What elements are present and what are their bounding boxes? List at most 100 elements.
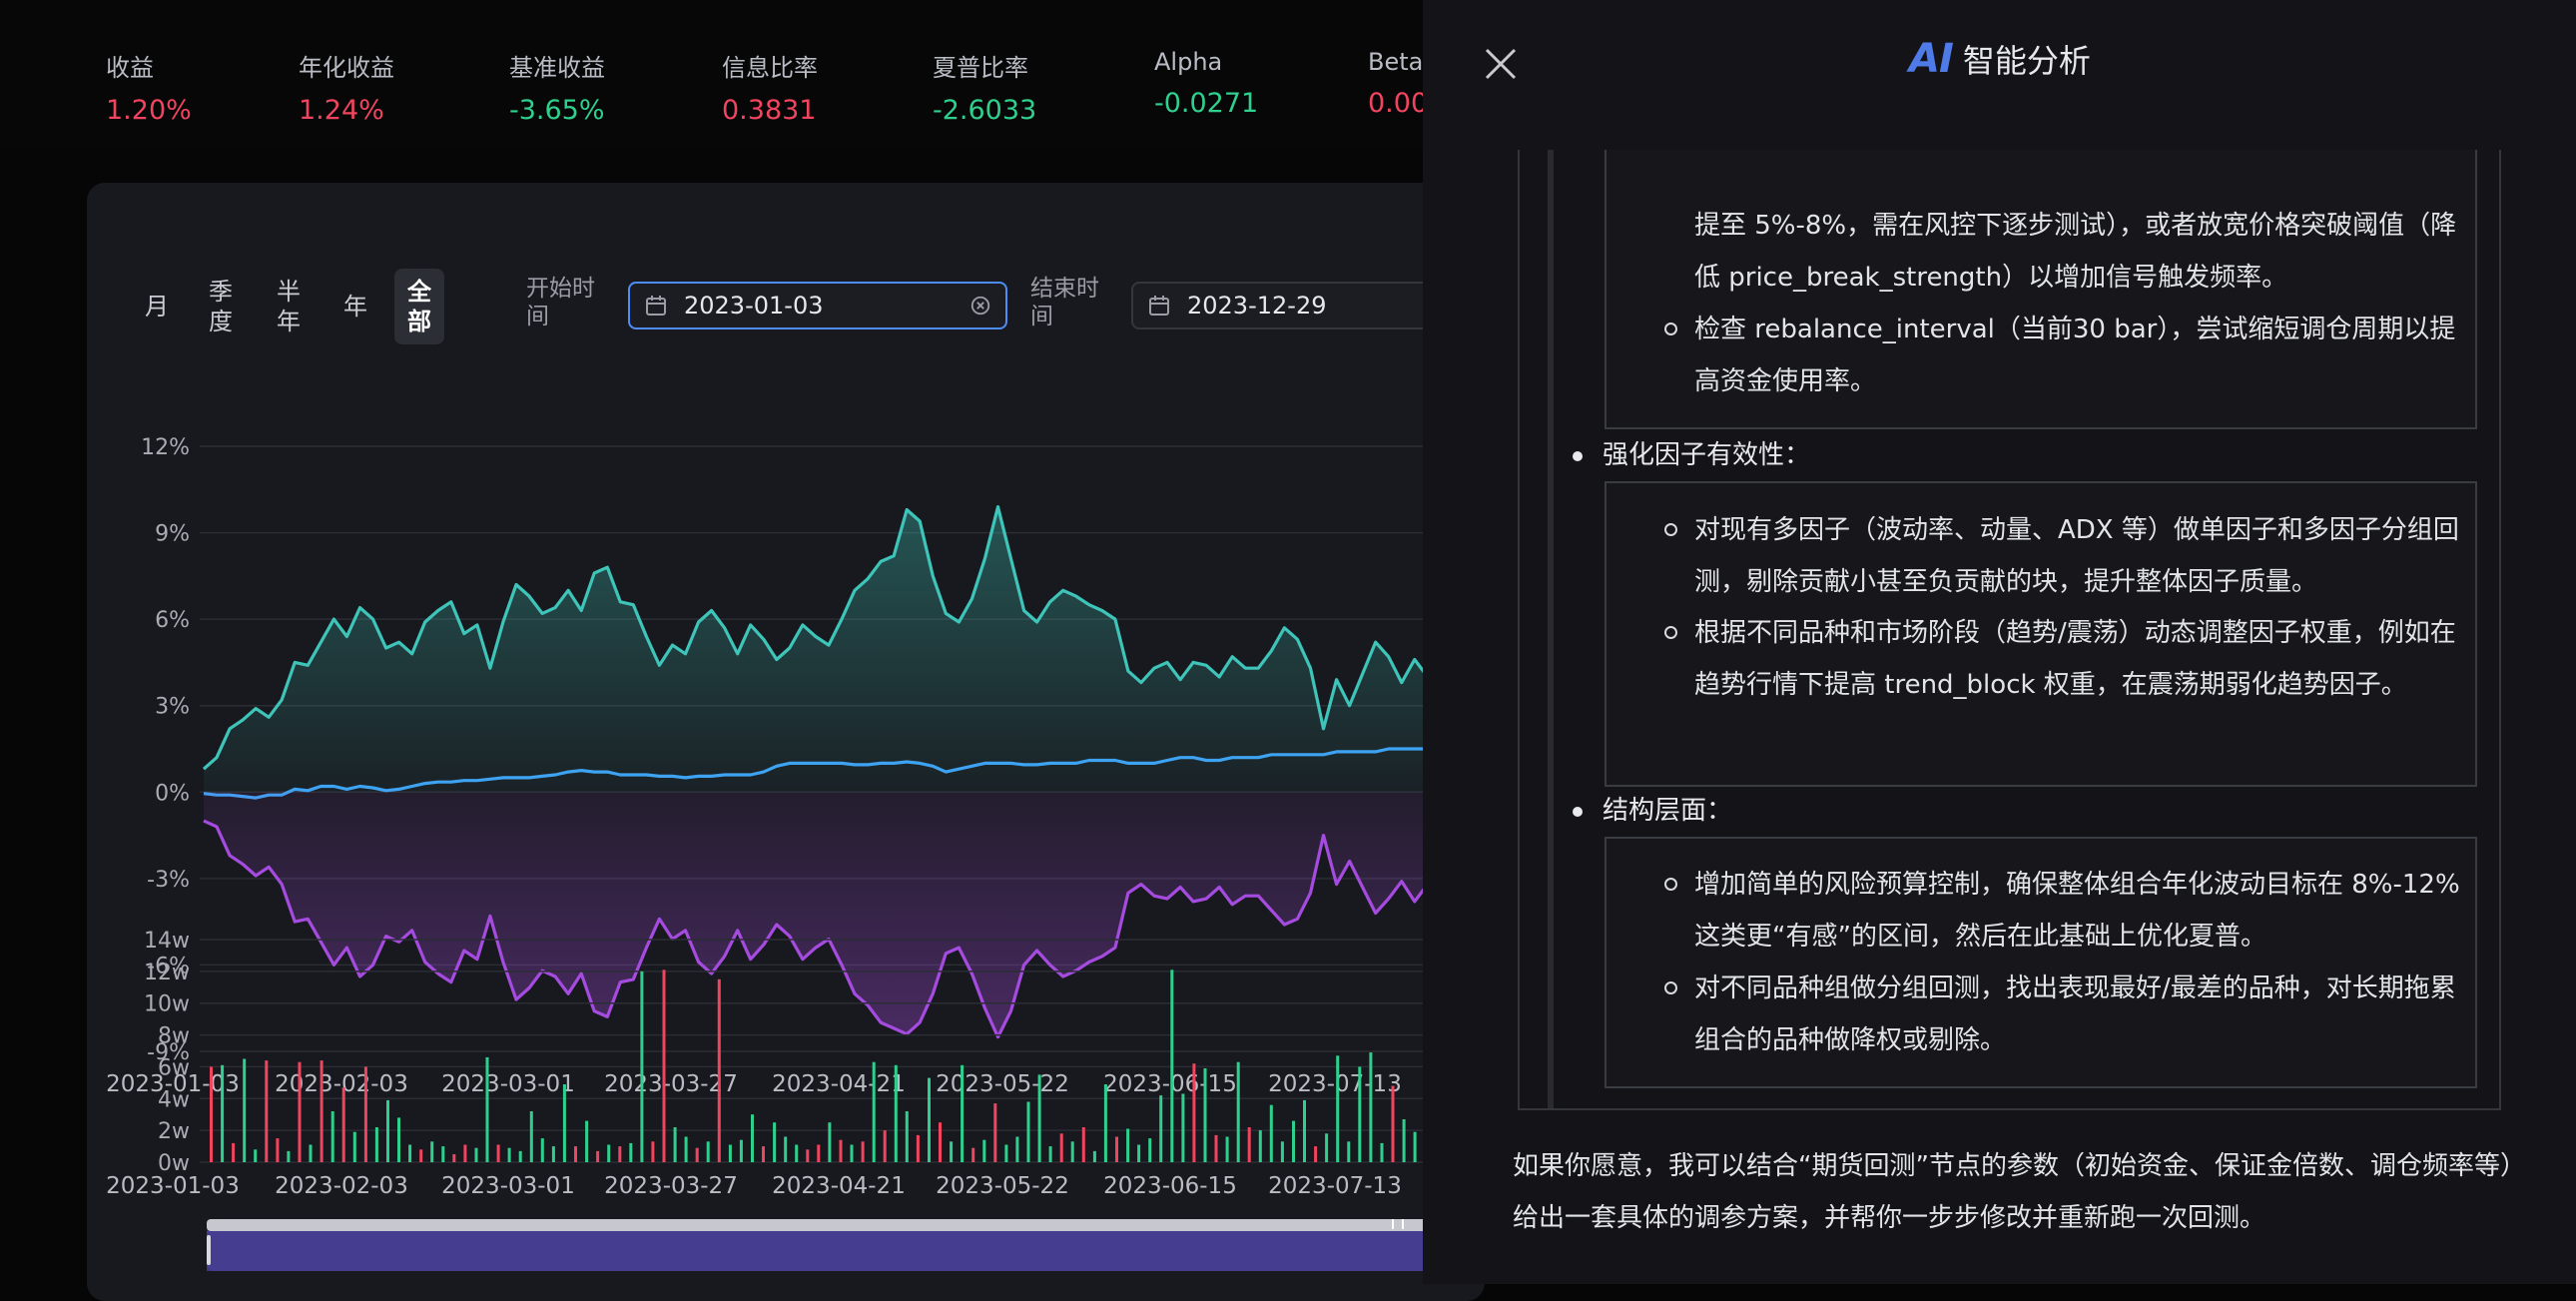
tab-half-year[interactable]: 半年 [267, 269, 311, 344]
volume-bar [1280, 1141, 1284, 1162]
slider-track[interactable] [207, 1219, 1495, 1231]
list-item: 根据不同品种和市场阶段（趋势/震荡）动态调整因子权重，例如在趋势行情下提高 tr… [1664, 607, 2463, 711]
volume-bar [276, 1138, 280, 1162]
volume-bar [408, 1144, 412, 1162]
volume-bar [1115, 1136, 1118, 1162]
volume-bar [751, 1114, 754, 1162]
volume-bar [607, 1144, 611, 1162]
volume-bar [1015, 1136, 1019, 1162]
volume-bar [1391, 1085, 1395, 1162]
tab-month[interactable]: 月 [135, 269, 179, 344]
volume-bar [939, 1122, 942, 1162]
slider-handle-icon[interactable] [1392, 1219, 1404, 1229]
x-tick-label: 2023-02-03 [275, 1173, 408, 1199]
y-tick-label: 10w [144, 992, 190, 1017]
list-item: 增加简单的风险预算控制，确保整体组合年化波动目标在 8%-12% 这类更“有感”… [1664, 859, 2463, 963]
volume-bar [386, 1099, 389, 1162]
volume-bar [540, 1138, 544, 1162]
volume-bar [1070, 1141, 1074, 1162]
volume-bar [309, 1144, 313, 1162]
metric-sharpe-ratio: 夏普比率 -2.6033 [933, 48, 1036, 126]
volume-bar [265, 1060, 269, 1162]
slider-left-handle[interactable] [207, 1235, 211, 1265]
clear-icon[interactable] [969, 295, 991, 317]
volume-bar [684, 1136, 688, 1162]
metric-value: 1.24% [299, 95, 384, 126]
volume-bar [243, 1058, 247, 1162]
volume-bar [496, 1144, 500, 1162]
volume-bar [330, 1111, 334, 1162]
volume-bar [739, 1139, 743, 1162]
volume-bar [1137, 1144, 1141, 1162]
zoom-slider[interactable] [207, 1219, 1495, 1271]
x-tick-label: 2023-06-15 [1103, 1173, 1237, 1199]
volume-bar [850, 1144, 854, 1162]
volume-bar [950, 1141, 954, 1162]
volume-bar [673, 1127, 677, 1162]
volume-bar [1214, 1134, 1218, 1162]
y-tick-label: 6% [155, 608, 190, 633]
volume-bar [839, 1139, 843, 1162]
volume-bar [430, 1141, 434, 1162]
bullet-icon [1573, 450, 1583, 461]
metric-value: -0.0271 [1154, 88, 1259, 119]
volume-bar [1126, 1128, 1130, 1162]
volume-bar [551, 1146, 555, 1162]
volume-bar [706, 1141, 710, 1162]
volume-bar [695, 1147, 699, 1162]
chart-card: 月 季度 半年 年 全部 开始时间 2023-01-03 结束时间 2023-1… [87, 183, 1495, 1301]
panel-header: AI 智能分析 [1423, 0, 2576, 130]
section-title: 结构层面： [1573, 785, 1732, 837]
volume-bar [640, 971, 644, 1162]
start-date-value: 2023-01-03 [684, 292, 824, 320]
volume-bar [529, 1111, 533, 1162]
strategy-line-area [204, 506, 1480, 793]
metric-annual-return: 年化收益 1.24% [299, 48, 394, 126]
volume-bar [717, 978, 721, 1162]
list-item: 对不同品种组做分组回测，找出表现最好/最差的品种，对长期拖累组合的品种做降权或剔… [1664, 963, 2463, 1066]
volume-bar [452, 1154, 456, 1162]
y-tick-label: 4w [158, 1087, 190, 1112]
volume-bar [363, 1066, 367, 1162]
volume-bar [795, 1144, 799, 1162]
tab-all[interactable]: 全部 [394, 269, 444, 344]
volume-bar [1236, 1061, 1240, 1162]
volume-bar [1247, 1127, 1251, 1162]
volume-bar [507, 1147, 511, 1162]
volume-bar [806, 1149, 810, 1162]
volume-bar [1358, 1066, 1362, 1162]
list-item: 提至 5%-8%，需在风控下逐步测试），或者放宽价格突破阈值（降低 price_… [1694, 211, 2457, 293]
volume-bar [374, 1127, 378, 1162]
x-tick-label: 2023-05-22 [936, 1173, 1069, 1199]
volume-bar [210, 1066, 213, 1162]
calendar-icon [646, 296, 666, 316]
start-date-input[interactable]: 2023-01-03 [628, 282, 1007, 329]
volume-bar [883, 1130, 887, 1162]
metric-beta: Beta 0.00 [1368, 48, 1428, 119]
x-tick-label: 2023-03-27 [604, 1173, 738, 1199]
volume-bar [762, 1146, 765, 1162]
tab-year[interactable]: 年 [333, 269, 377, 344]
y-tick-label: 3% [155, 695, 190, 720]
y-tick-label: -3% [147, 868, 190, 893]
y-tick-label: 12w [144, 961, 190, 985]
x-tick-label: 2023-03-01 [441, 1173, 575, 1199]
volume-bar [320, 1060, 323, 1162]
volume-bar [463, 1144, 467, 1162]
tab-quarter[interactable]: 季度 [199, 269, 243, 344]
list-item: 检查 rebalance_interval（当前30 bar），尝试缩短调仓周期… [1664, 304, 2463, 407]
list-item: 对现有多因子（波动率、动量、ADX 等）做单因子和多因子分组回测，剔除贡献小甚至… [1664, 504, 2463, 608]
metric-label: Beta [1368, 48, 1424, 76]
close-icon[interactable] [1481, 44, 1521, 84]
volume-bar [872, 1061, 876, 1162]
volume-bar [728, 1144, 732, 1162]
metrics-strip: 收益 1.20% 年化收益 1.24% 基准收益 -3.65% 信息比率 0.3… [0, 0, 1428, 150]
metric-label: 收益 [106, 54, 154, 82]
metric-benchmark-return: 基准收益 -3.65% [509, 48, 605, 126]
volume-bar [1402, 1119, 1406, 1162]
volume-bar [971, 1147, 975, 1162]
metric-value: -2.6033 [933, 95, 1037, 126]
y-tick-label: 14w [144, 930, 190, 954]
volume-bar [1092, 1150, 1096, 1162]
panel-title: AI 智能分析 [1909, 36, 2091, 82]
